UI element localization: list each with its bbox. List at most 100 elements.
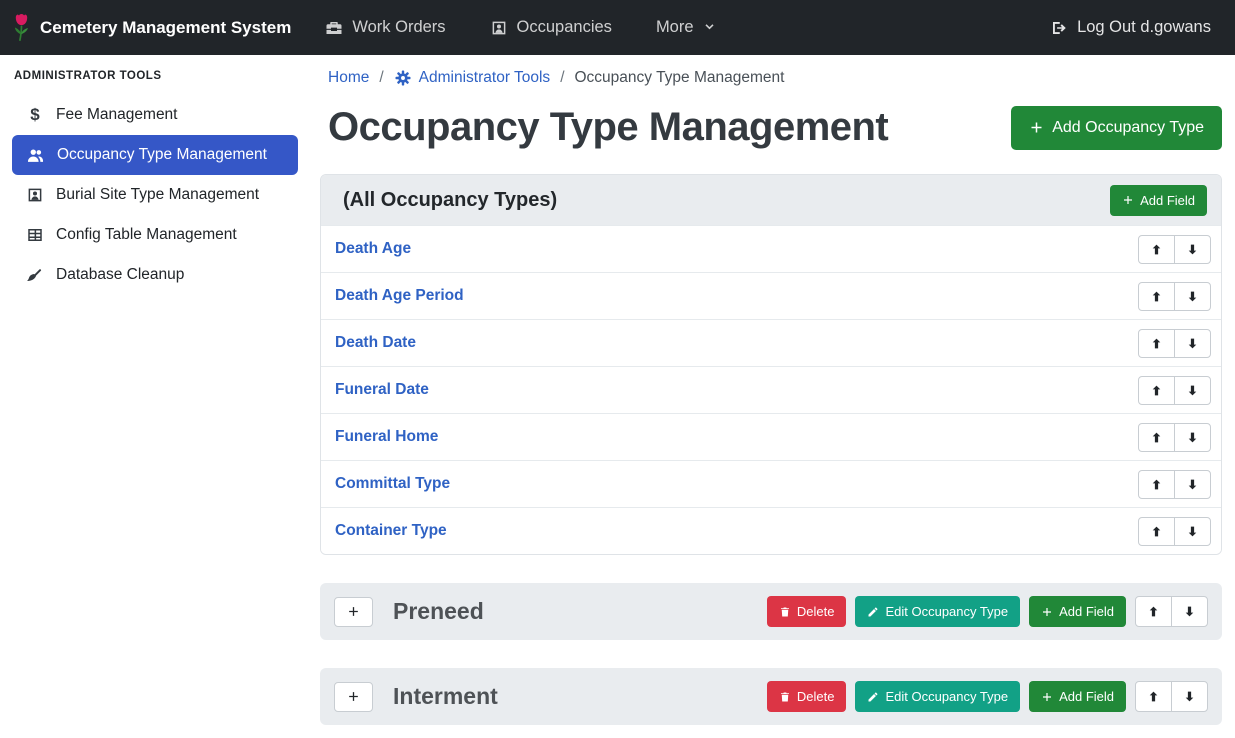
- occupancy-type-panel-preneed: Preneed Delete Edit Occupancy Type Add F…: [320, 583, 1222, 640]
- field-link[interactable]: Funeral Home: [335, 428, 438, 446]
- field-link[interactable]: Container Type: [335, 522, 447, 540]
- button-label: Delete: [797, 604, 835, 619]
- move-up-button[interactable]: [1138, 423, 1175, 452]
- move-up-button[interactable]: [1138, 235, 1175, 264]
- add-field-button[interactable]: Add Field: [1029, 596, 1126, 627]
- sidebar-item-label: Occupancy Type Management: [57, 146, 267, 164]
- type-title: Interment: [393, 683, 498, 710]
- sidebar-item-burial-site-type-management[interactable]: Burial Site Type Management: [12, 175, 298, 215]
- button-label: Add Field: [1140, 193, 1195, 208]
- edit-occupancy-type-button[interactable]: Edit Occupancy Type: [855, 681, 1020, 712]
- expand-button[interactable]: [334, 597, 373, 627]
- pencil-icon: [867, 606, 879, 618]
- button-label: Add Occupancy Type: [1052, 119, 1204, 137]
- gear-icon: [394, 69, 412, 87]
- sidebar-item-label: Database Cleanup: [56, 266, 184, 284]
- arrow-down-icon: [1186, 337, 1199, 350]
- panel-actions: Delete Edit Occupancy Type Add Field: [767, 596, 1208, 627]
- move-down-button[interactable]: [1174, 376, 1211, 405]
- sidebar-item-database-cleanup[interactable]: Database Cleanup: [12, 255, 298, 295]
- move-down-button[interactable]: [1171, 596, 1208, 627]
- breadcrumb-admin-tools-link[interactable]: Administrator Tools: [394, 69, 551, 87]
- field-link[interactable]: Committal Type: [335, 475, 450, 493]
- chevron-down-icon: [703, 21, 716, 34]
- logout-icon: [1050, 19, 1068, 37]
- trash-icon: [779, 606, 791, 618]
- nav-label: Work Orders: [352, 18, 445, 37]
- nav-label: More: [656, 18, 694, 37]
- sidebar: ADMINISTRATOR TOOLS $ Fee Management Occ…: [0, 55, 308, 738]
- field-row: Death Age: [321, 225, 1221, 272]
- arrow-down-icon: [1183, 605, 1196, 618]
- add-occupancy-type-button[interactable]: Add Occupancy Type: [1011, 106, 1222, 150]
- reorder-buttons: [1135, 681, 1208, 712]
- arrow-down-icon: [1186, 384, 1199, 397]
- move-up-button[interactable]: [1138, 282, 1175, 311]
- nav-work-orders[interactable]: Work Orders: [325, 18, 445, 37]
- plus-icon: [347, 690, 360, 703]
- field-link[interactable]: Funeral Date: [335, 381, 429, 399]
- button-label: Edit Occupancy Type: [885, 604, 1008, 619]
- breadcrumb-current: Occupancy Type Management: [575, 69, 785, 87]
- arrow-down-icon: [1186, 243, 1199, 256]
- sidebar-item-label: Config Table Management: [56, 226, 237, 244]
- field-link[interactable]: Death Age: [335, 240, 411, 258]
- app-brand[interactable]: Cemetery Management System: [12, 13, 291, 42]
- move-up-button[interactable]: [1138, 517, 1175, 546]
- move-up-button[interactable]: [1138, 329, 1175, 358]
- move-down-button[interactable]: [1174, 423, 1211, 452]
- move-up-button[interactable]: [1135, 681, 1172, 712]
- sidebar-item-label: Burial Site Type Management: [56, 186, 259, 204]
- field-link[interactable]: Death Age Period: [335, 287, 464, 305]
- move-up-button[interactable]: [1138, 470, 1175, 499]
- plus-icon: [1122, 194, 1134, 206]
- top-navbar: Cemetery Management System Work Orders O…: [0, 0, 1235, 55]
- field-link[interactable]: Death Date: [335, 334, 416, 352]
- sidebar-item-config-table-management[interactable]: Config Table Management: [12, 215, 298, 255]
- sidebar-item-occupancy-type-management[interactable]: Occupancy Type Management: [12, 135, 298, 175]
- dollar-icon: $: [26, 105, 44, 125]
- nav-label: Occupancies: [517, 18, 612, 37]
- move-down-button[interactable]: [1171, 681, 1208, 712]
- breadcrumb-separator: /: [560, 69, 564, 87]
- move-up-button[interactable]: [1135, 596, 1172, 627]
- field-row: Death Age Period: [321, 272, 1221, 319]
- logout-button[interactable]: Log Out d.gowans: [1050, 18, 1211, 37]
- reorder-buttons: [1138, 235, 1211, 264]
- field-row: Death Date: [321, 319, 1221, 366]
- move-down-button[interactable]: [1174, 517, 1211, 546]
- field-row: Funeral Date: [321, 366, 1221, 413]
- page-title: Occupancy Type Management: [328, 105, 888, 150]
- arrow-up-icon: [1150, 478, 1163, 491]
- delete-button[interactable]: Delete: [767, 681, 847, 712]
- app-title: Cemetery Management System: [40, 18, 291, 38]
- panel-header: (All Occupancy Types) Add Field: [321, 175, 1221, 225]
- arrow-down-icon: [1186, 431, 1199, 444]
- move-up-button[interactable]: [1138, 376, 1175, 405]
- users-icon: [26, 146, 45, 165]
- sidebar-item-fee-management[interactable]: $ Fee Management: [12, 95, 298, 135]
- breadcrumb-home-link[interactable]: Home: [328, 69, 369, 87]
- arrow-up-icon: [1150, 337, 1163, 350]
- delete-button[interactable]: Delete: [767, 596, 847, 627]
- move-down-button[interactable]: [1174, 329, 1211, 358]
- nav-occupancies[interactable]: Occupancies: [490, 18, 612, 37]
- button-label: Edit Occupancy Type: [885, 689, 1008, 704]
- nav-more[interactable]: More: [656, 18, 716, 37]
- sidebar-item-label: Fee Management: [56, 106, 178, 124]
- expand-button[interactable]: [334, 682, 373, 712]
- table-icon: [26, 226, 44, 244]
- arrow-up-icon: [1147, 690, 1160, 703]
- move-down-button[interactable]: [1174, 235, 1211, 264]
- button-label: Add Field: [1059, 604, 1114, 619]
- sidebar-heading: ADMINISTRATOR TOOLS: [14, 70, 298, 82]
- arrow-up-icon: [1150, 525, 1163, 538]
- reorder-buttons: [1138, 376, 1211, 405]
- add-field-button[interactable]: Add Field: [1110, 185, 1207, 216]
- move-down-button[interactable]: [1174, 282, 1211, 311]
- move-down-button[interactable]: [1174, 470, 1211, 499]
- edit-occupancy-type-button[interactable]: Edit Occupancy Type: [855, 596, 1020, 627]
- arrow-up-icon: [1150, 384, 1163, 397]
- button-label: Delete: [797, 689, 835, 704]
- add-field-button[interactable]: Add Field: [1029, 681, 1126, 712]
